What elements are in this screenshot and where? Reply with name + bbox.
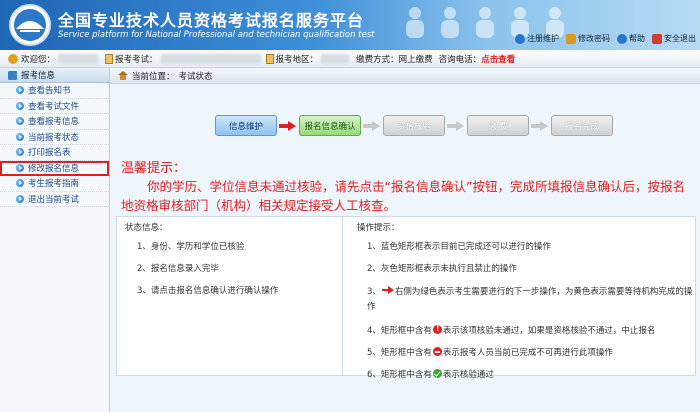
ops-row: 6、矩形框中含有 表示核验通过 <box>367 369 494 380</box>
arrow-right-icon <box>531 120 549 131</box>
site-title: 全国专业技术人员资格考试报名服务平台 <box>58 11 365 30</box>
sidebar-item-guide[interactable]: 考生报考指南 <box>0 176 109 192</box>
exclamation-icon <box>432 323 442 335</box>
phone-label: 咨询电话： <box>438 54 482 65</box>
operation-tips-column: 操作提示： 1、蓝色矩形框表示目前已完成还可以进行的操作 2、灰色矩形框表示未执… <box>349 217 695 380</box>
sidebar-item-print-form[interactable]: 打印报名表 <box>0 145 109 161</box>
lock-icon <box>566 33 576 44</box>
logo-icon <box>9 4 51 46</box>
ops-title: 操作提示： <box>357 223 400 233</box>
arrow-circle-icon <box>16 194 24 203</box>
logout-icon <box>652 33 662 44</box>
arrow-right-icon <box>363 120 381 131</box>
home-icon <box>118 71 128 80</box>
user-avatar-icon <box>8 53 18 64</box>
warm-tip: 温馨提示： 你的学历、学位信息未通过核验，请先点击“报名信息确认”按钮，完成所填… <box>121 157 695 215</box>
status-info-column: 状态信息： 1、身份、学历和学位已核验 2、报名信息录入完毕 3、请点击报名信息… <box>117 217 343 375</box>
sidebar-item-view-exam-files[interactable]: 查看考试文件 <box>0 99 109 114</box>
welcome-label: 欢迎您： <box>21 54 56 65</box>
step-payment: 缴 费 <box>467 115 529 136</box>
arrow-circle-icon <box>16 148 24 157</box>
change-password-link[interactable]: 修改密码 <box>566 33 610 44</box>
main-content: 当前位置： 考试状态 信息维护 报名信息确认 资格核验 缴 费 报名完成 温馨提… <box>110 68 700 412</box>
region-icon <box>265 53 274 64</box>
exam-name-redacted <box>160 53 261 64</box>
arrow-right-icon <box>279 120 297 131</box>
sidebar-item-exit-exam[interactable]: 退出当前考试 <box>0 192 109 207</box>
arrow-circle-icon <box>16 179 24 188</box>
arrow-circle-icon <box>16 101 24 110</box>
ops-row: 1、蓝色矩形框表示目前已完成还可以进行的操作 <box>367 242 551 252</box>
status-row: 3、请点击报名信息确认进行确认操作 <box>137 286 279 296</box>
register-maintain-link[interactable]: 注册维护 <box>515 33 559 44</box>
progress-steps: 信息维护 报名信息确认 资格核验 缴 费 报名完成 <box>215 115 613 136</box>
sidebar: 报考信息 查看告知书 查看考试文件 查看报考信息 当前报考状态 打印报名表 修改… <box>0 68 110 412</box>
user-name-redacted <box>58 53 99 64</box>
clipboard-icon <box>105 53 114 64</box>
info-bar: 欢迎您： 报考考试： 报考地区： 缴费方式： 网上缴费 咨询电话： 点击查看 <box>0 50 700 68</box>
minus-circle-icon <box>432 347 442 356</box>
sidebar-item-current-status[interactable]: 当前报考状态 <box>0 130 109 145</box>
breadcrumb: 当前位置： 考试状态 <box>110 68 700 84</box>
check-circle-icon <box>432 369 442 378</box>
step-complete: 报名完成 <box>551 115 613 136</box>
arrow-circle-icon <box>16 132 24 141</box>
region-redacted <box>321 53 350 64</box>
status-row: 1、身份、学历和学位已核验 <box>137 242 245 252</box>
ops-row: 2、灰色矩形框表示未执行且禁止的操作 <box>367 264 517 274</box>
sidebar-item-view-notice[interactable]: 查看告知书 <box>0 83 109 99</box>
sidebar-header: 报考信息 <box>0 68 109 83</box>
help-icon <box>617 33 627 44</box>
red-arrow-icon <box>381 286 394 294</box>
ops-row: 5、矩形框中含有 表示报考人员当前已完成不可再进行此项操作 <box>367 347 613 358</box>
sidebar-item-edit-registration[interactable]: 修改报名信息 <box>0 160 109 176</box>
exam-label: 报考考试： <box>115 54 158 65</box>
site-subtitle: Service platform for National Profession… <box>58 30 375 40</box>
phone-view-link[interactable]: 点击查看 <box>481 53 515 65</box>
step-confirm-button[interactable]: 报名信息确认 <box>299 115 361 136</box>
step-info-maintain-button[interactable]: 信息维护 <box>215 115 277 136</box>
top-links: 注册维护 修改密码 帮助 安全退出 <box>515 33 696 44</box>
tip-body: 你的学历、学位信息未通过核验，请先点击“报名信息确认”按钮，完成所填报信息确认后… <box>121 179 685 213</box>
tip-title: 温馨提示： <box>121 161 187 176</box>
arrow-circle-icon <box>16 86 24 95</box>
ops-row: 4、矩形框中含有表示该项核验未通过，如果是资格核验不通过，中止报名 <box>357 323 695 337</box>
ops-row: 3、 右侧为绿色表示考生需要进行的下一步操作，为黄色表示需要等待机构完成的操作 <box>367 286 693 312</box>
info-panel: 状态信息： 1、身份、学历和学位已核验 2、报名信息录入完毕 3、请点击报名信息… <box>116 216 696 380</box>
breadcrumb-current: 考试状态 <box>178 71 213 82</box>
arrow-circle-icon <box>16 117 24 126</box>
sidebar-item-view-registration[interactable]: 查看报考信息 <box>0 114 109 130</box>
help-link[interactable]: 帮助 <box>617 33 645 44</box>
collapse-icon[interactable] <box>8 70 17 80</box>
pay-value: 网上缴费 <box>398 54 433 65</box>
arrow-right-icon <box>447 120 465 131</box>
status-title: 状态信息： <box>125 223 168 233</box>
arrow-circle-icon <box>16 163 24 172</box>
status-row: 2、报名信息录入完毕 <box>137 264 219 274</box>
header: 全国专业技术人员资格考试报名服务平台 Service platform for … <box>0 0 700 50</box>
pay-label: 缴费方式： <box>356 54 399 65</box>
step-qualification-check: 资格核验 <box>383 115 445 136</box>
logout-link[interactable]: 安全退出 <box>652 33 696 44</box>
region-label: 报考地区： <box>275 54 319 65</box>
user-icon <box>515 33 525 44</box>
